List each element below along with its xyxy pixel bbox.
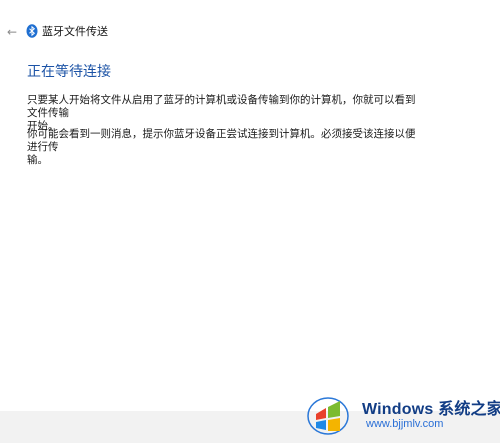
- bluetooth-file-transfer-window: ← 蓝牙文件传送 正在等待连接 只要某人开始将文件从启用了蓝牙的计算机或设备传输…: [0, 0, 500, 443]
- watermark-url: www.bjjmlv.com: [366, 418, 444, 430]
- page-heading: 正在等待连接: [27, 64, 111, 80]
- title-bar: ← 蓝牙文件传送: [0, 20, 500, 44]
- windows-logo-icon: [307, 397, 349, 435]
- bluetooth-icon: [26, 24, 38, 38]
- watermark-title: Windows 系统之家: [362, 401, 500, 418]
- back-arrow-icon[interactable]: ←: [4, 24, 20, 40]
- instruction-paragraph-2: 你可能会看到一则消息，提示你蓝牙设备正尝试连接到计算机。必须接受该连接以便进行传…: [27, 128, 416, 166]
- watermark: Windows 系统之家 www.bjjmlv.com: [300, 391, 500, 443]
- window-title: 蓝牙文件传送: [42, 25, 108, 38]
